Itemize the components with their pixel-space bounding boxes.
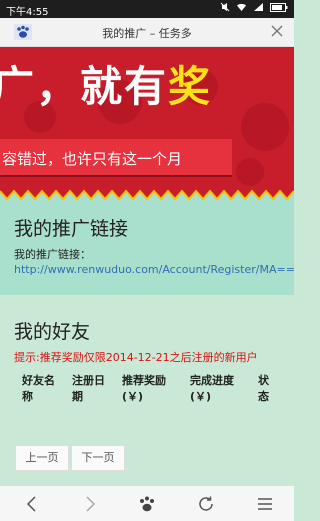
- column-header-status: 状态: [258, 374, 269, 403]
- promo-link-url[interactable]: http://www.renwuduo.com/Account/Register…: [14, 263, 295, 276]
- column-header-friend-name: 好友名称: [22, 374, 55, 403]
- prev-page-button[interactable]: 上一页: [15, 445, 69, 471]
- column-header-progress: 完成进度 (￥): [190, 374, 234, 403]
- column-header-register-date: 注册日期: [72, 374, 105, 403]
- column-header-referral-reward: 推荐奖励 (￥): [122, 374, 166, 403]
- promo-banner: 广，就有奖 容错过，也许只有这一个月: [0, 47, 294, 200]
- browser-title-bar: 我的推广 – 任务多: [0, 18, 294, 47]
- banner-headline-text: 广，就有: [0, 62, 169, 111]
- signal-icon: [254, 3, 263, 11]
- baidu-paw-home-icon[interactable]: [137, 494, 157, 514]
- friends-notice: 提示:推荐奖励仅限2014-12-21之后注册的新用户: [14, 351, 258, 364]
- next-page-button[interactable]: 下一页: [71, 445, 125, 471]
- friends-heading: 我的好友: [14, 321, 91, 343]
- battery-icon: [270, 2, 288, 12]
- menu-icon[interactable]: [255, 494, 275, 514]
- promo-heading: 我的推广链接: [14, 218, 129, 240]
- browser-toolbar: [0, 485, 294, 521]
- chevron-left-icon[interactable]: [22, 494, 42, 514]
- banner-subline: 容错过，也许只有这一个月: [2, 150, 183, 168]
- refresh-icon[interactable]: [196, 494, 216, 514]
- banner-ribbon: 容错过，也许只有这一个月: [0, 139, 232, 175]
- status-icons: [220, 2, 288, 12]
- mute-icon: [220, 2, 230, 12]
- status-time: 下午4:55: [6, 7, 49, 18]
- banner-headline: 广，就有奖: [0, 53, 212, 114]
- promo-link-label: 我的推广链接：: [14, 248, 91, 261]
- chevron-right-icon[interactable]: [80, 494, 100, 514]
- close-icon[interactable]: [270, 24, 284, 38]
- wifi-icon: [237, 3, 246, 11]
- status-bar: 下午4:55: [0, 0, 294, 18]
- promo-link-section: 我的推广链接 我的推广链接： http://www.renwuduo.com/A…: [0, 200, 295, 295]
- banner-zigzag-edge: [0, 189, 294, 200]
- banner-headline-highlight: 奖: [168, 62, 213, 111]
- page-title: 我的推广 – 任务多: [102, 27, 192, 40]
